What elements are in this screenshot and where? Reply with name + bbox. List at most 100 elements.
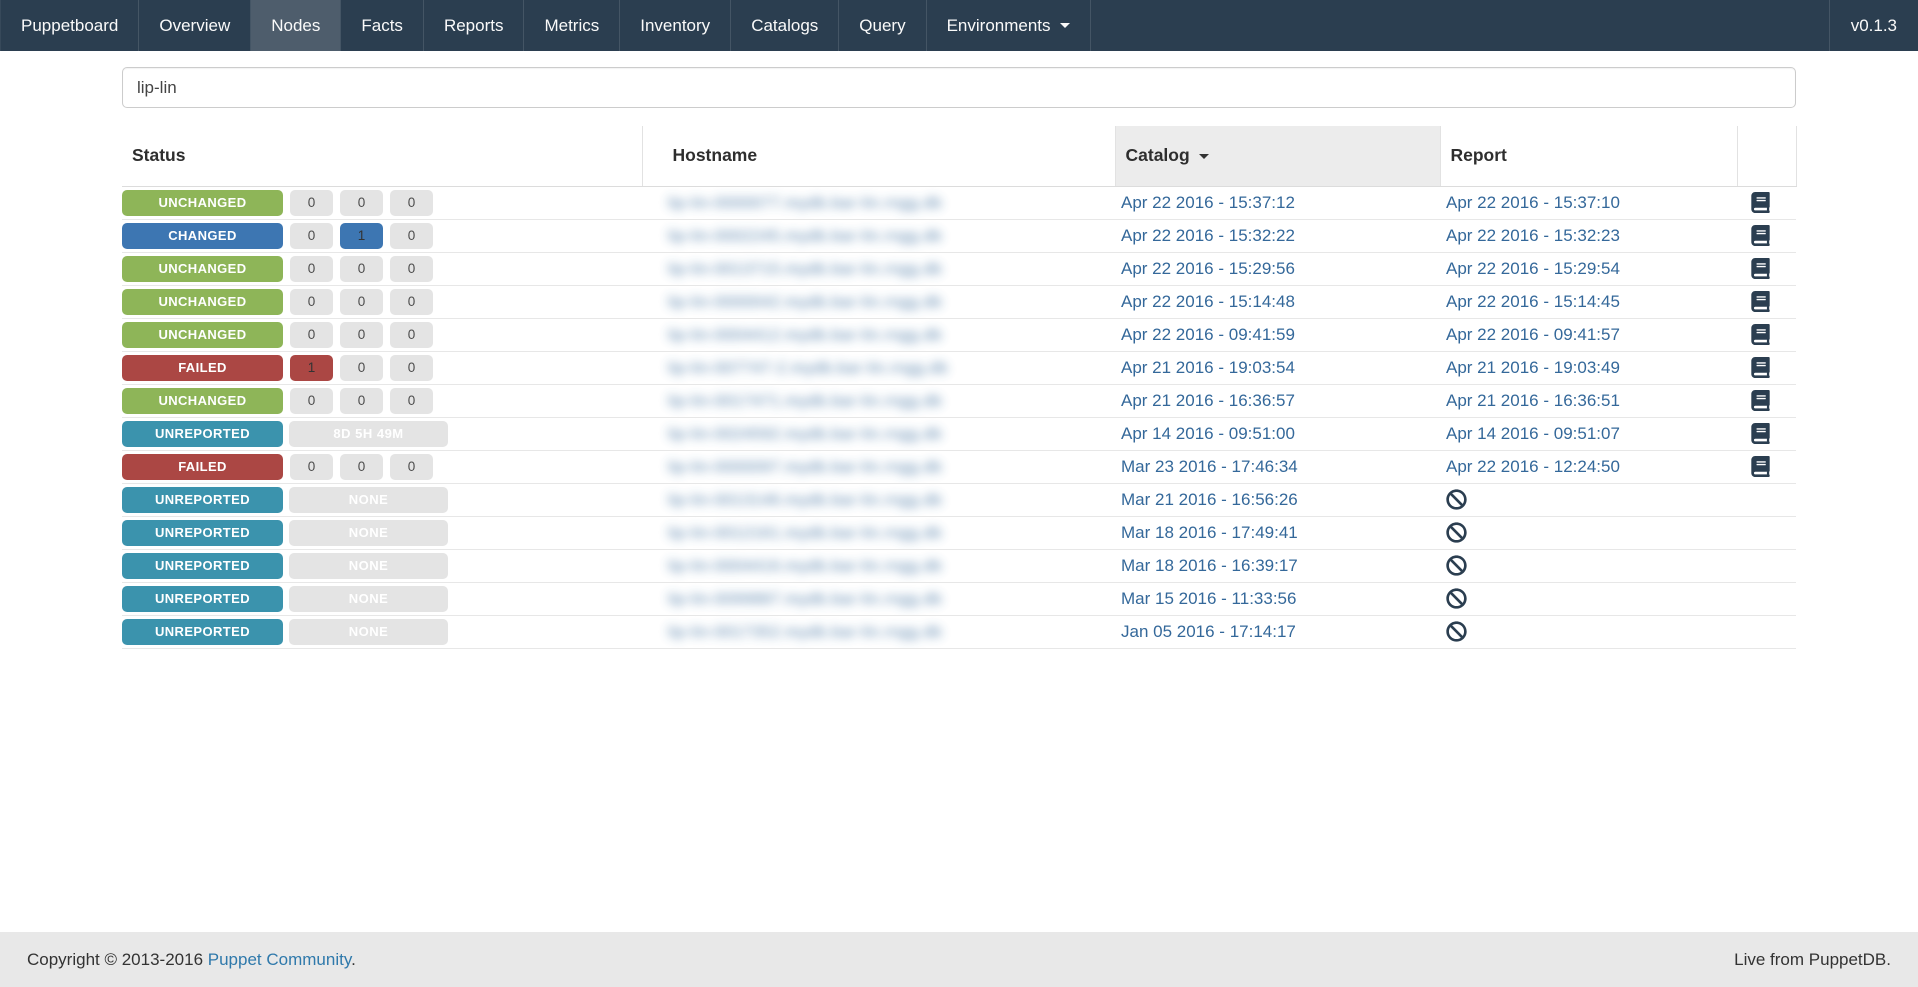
catalog-timestamp-link[interactable]: Mar 18 2016 - 17:49:41 <box>1121 523 1298 542</box>
status-cell: UNCHANGED 0 0 0 <box>122 252 642 286</box>
catalog-timestamp-link[interactable]: Mar 18 2016 - 16:39:17 <box>1121 556 1298 575</box>
catalog-timestamp-link[interactable]: Mar 15 2016 - 11:33:56 <box>1121 589 1296 608</box>
metric-count-pill: 1 <box>290 354 333 381</box>
catalog-timestamp-link[interactable]: Apr 22 2016 - 15:37:12 <box>1121 193 1295 212</box>
hostname-link-redacted[interactable]: lip-lin-0024592.mydb.bar-lin.rngg.db <box>668 426 942 443</box>
column-header-status[interactable]: Status <box>122 126 642 187</box>
report-cell <box>1440 483 1737 517</box>
catalog-timestamp-link[interactable]: Apr 22 2016 - 09:41:59 <box>1121 325 1295 344</box>
hostname-link-redacted[interactable]: lip-lin-0013146.mydb.bar-lin.rngg.db <box>668 492 942 509</box>
node-search-input[interactable] <box>122 67 1796 108</box>
hostname-link-redacted[interactable]: lip-lin-0017471.mydb.bar-lin.rngg.db <box>668 393 942 410</box>
report-icon-cell <box>1737 483 1796 517</box>
catalog-timestamp-link[interactable]: Apr 22 2016 - 15:14:48 <box>1121 292 1295 311</box>
metric-count-pill: 0 <box>290 453 333 480</box>
hostname-link-redacted[interactable]: lip-lin-0012161.mydb.bar-lin.rngg.db <box>668 525 942 542</box>
report-timestamp-link[interactable]: Apr 22 2016 - 15:37:10 <box>1446 193 1620 212</box>
status-cell: CHANGED 0 1 0 <box>122 219 642 253</box>
metric-count-pill: 0 <box>340 453 383 480</box>
hostname-link-redacted[interactable]: lip-lin-0000042.mydb.bar-lin.rngg.db <box>668 294 942 311</box>
column-header-catalog-sorted[interactable]: Catalog <box>1114 126 1440 187</box>
report-timestamp-link[interactable]: Apr 22 2016 - 09:41:57 <box>1446 325 1620 344</box>
catalog-timestamp-link[interactable]: Apr 14 2016 - 09:51:00 <box>1121 424 1295 443</box>
nav-item-facts: Facts <box>341 0 424 51</box>
catalog-timestamp-link[interactable]: Apr 21 2016 - 19:03:54 <box>1121 358 1295 377</box>
nav-link-inventory[interactable]: Inventory <box>620 0 730 51</box>
column-header-actions <box>1736 126 1797 187</box>
catalog-cell: Apr 14 2016 - 09:51:00 <box>1115 417 1440 451</box>
report-book-icon[interactable] <box>1751 192 1770 213</box>
report-book-icon[interactable] <box>1751 225 1770 246</box>
catalog-cell: Mar 18 2016 - 16:39:17 <box>1115 549 1440 583</box>
report-book-icon[interactable] <box>1751 324 1770 345</box>
nav-link-facts[interactable]: Facts <box>341 0 423 51</box>
hostname-link-redacted[interactable]: lip-lin-0000097.mydb.bar-lin.rngg.db <box>668 459 942 476</box>
status-badge: FAILED <box>122 354 283 381</box>
table-row: UNREPORTED NONE lip-lin-0012161.mydb.bar-l… <box>122 516 1796 550</box>
hostname-link-redacted[interactable]: lip-lin-0013715.mydb.bar-lin.rngg.db <box>668 261 942 278</box>
nav-link-overview[interactable]: Overview <box>139 0 250 51</box>
report-book-icon[interactable] <box>1751 291 1770 312</box>
status-badge: UNREPORTED <box>122 585 283 612</box>
hostname-link-redacted[interactable]: lip-lin-007747-2.mydb.bar-lin.rngg.db <box>668 360 948 377</box>
report-book-icon[interactable] <box>1751 390 1770 411</box>
nav-link-nodes[interactable]: Nodes <box>251 0 341 51</box>
nav-link-reports[interactable]: Reports <box>424 0 524 51</box>
report-cell <box>1440 582 1737 616</box>
hostname-link-redacted[interactable]: lip-lin-0000077.mydb.bar-lin.rngg.db <box>668 195 942 212</box>
catalog-cell: Apr 22 2016 - 15:29:56 <box>1115 252 1440 286</box>
catalog-timestamp-link[interactable]: Mar 21 2016 - 16:56:26 <box>1121 490 1298 509</box>
catalog-timestamp-link[interactable]: Apr 21 2016 - 16:36:57 <box>1121 391 1295 410</box>
nav-link-catalogs[interactable]: Catalogs <box>731 0 838 51</box>
hostname-cell: lip-lin-0004412.mydb.bar-lin.rngg.db <box>642 318 1115 352</box>
table-row: FAILED 1 0 0 lip-lin-007747-2.mydb.bar-lin.r… <box>122 351 1796 385</box>
report-timestamp-link[interactable]: Apr 14 2016 - 09:51:07 <box>1446 424 1620 443</box>
metric-count-pill: 0 <box>340 387 383 414</box>
report-book-icon[interactable] <box>1751 456 1770 477</box>
hostname-cell: lip-lin-0099887.mydb.bar-lin.rngg.db <box>642 582 1115 616</box>
column-header-hostname[interactable]: Hostname <box>641 126 1115 187</box>
catalog-timestamp-link[interactable]: Apr 22 2016 - 15:32:22 <box>1121 226 1295 245</box>
catalog-timestamp-link[interactable]: Mar 23 2016 - 17:46:34 <box>1121 457 1298 476</box>
status-badge: UNCHANGED <box>122 288 283 315</box>
report-book-icon[interactable] <box>1751 258 1770 279</box>
catalog-timestamp-link[interactable]: Jan 05 2016 - 17:14:17 <box>1121 622 1296 641</box>
report-icon-cell <box>1737 318 1796 352</box>
table-row: UNREPORTED NONE lip-lin-0013146.mydb.bar-l… <box>122 483 1796 517</box>
hostname-link-redacted[interactable]: lip-lin-0017352.mydb.bar-lin.rngg.db <box>668 624 942 641</box>
report-timestamp-link[interactable]: Apr 22 2016 - 15:29:54 <box>1446 259 1620 278</box>
hostname-cell: lip-lin-0024592.mydb.bar-lin.rngg.db <box>642 417 1115 451</box>
report-icon-cell <box>1737 549 1796 583</box>
report-timestamp-link[interactable]: Apr 22 2016 - 12:24:50 <box>1446 457 1620 476</box>
nav-link-query[interactable]: Query <box>839 0 925 51</box>
report-cell: Apr 14 2016 - 09:51:07 <box>1440 417 1737 451</box>
hostname-link-redacted[interactable]: lip-lin-0099887.mydb.bar-lin.rngg.db <box>668 591 942 608</box>
report-timestamp-link[interactable]: Apr 22 2016 - 15:14:45 <box>1446 292 1620 311</box>
report-icon-cell <box>1737 285 1796 319</box>
metric-count-pill: 0 <box>340 255 383 282</box>
status-header-label: Status <box>132 145 186 166</box>
report-book-icon[interactable] <box>1751 357 1770 378</box>
nav-item-inventory: Inventory <box>620 0 732 51</box>
hostname-link-redacted[interactable]: lip-lin-0004416.mydb.bar-lin.rngg.db <box>668 558 942 575</box>
column-header-report[interactable]: Report <box>1439 126 1737 187</box>
hostname-link-redacted[interactable]: lip-lin-0004412.mydb.bar-lin.rngg.db <box>668 327 942 344</box>
hostname-link-redacted[interactable]: lip-lin-0002245.mydb.bar-lin.rngg.db <box>668 228 942 245</box>
metric-count-pill: 0 <box>340 354 383 381</box>
report-icon-cell <box>1737 615 1796 649</box>
report-timestamp-link[interactable]: Apr 22 2016 - 15:32:23 <box>1446 226 1620 245</box>
report-book-icon[interactable] <box>1751 423 1770 444</box>
report-timestamp-link[interactable]: Apr 21 2016 - 16:36:51 <box>1446 391 1620 410</box>
status-cell: FAILED 0 0 0 <box>122 450 642 484</box>
nav-link-metrics[interactable]: Metrics <box>524 0 619 51</box>
nav-link-environments[interactable]: Environments <box>927 0 1090 51</box>
puppet-community-link[interactable]: Puppet Community <box>208 950 351 969</box>
status-badge: UNREPORTED <box>122 519 283 546</box>
report-timestamp-link[interactable]: Apr 21 2016 - 19:03:49 <box>1446 358 1620 377</box>
status-detail-pill: NONE <box>289 486 448 513</box>
catalog-timestamp-link[interactable]: Apr 22 2016 - 15:29:56 <box>1121 259 1295 278</box>
table-row: UNCHANGED 0 0 0 lip-lin-0004412.mydb.bar-lin… <box>122 318 1796 352</box>
metric-count-pill: 1 <box>340 222 383 249</box>
nav-link-puppetboard[interactable]: Puppetboard <box>1 0 138 51</box>
version-label: v0.1.3 <box>1828 0 1918 51</box>
